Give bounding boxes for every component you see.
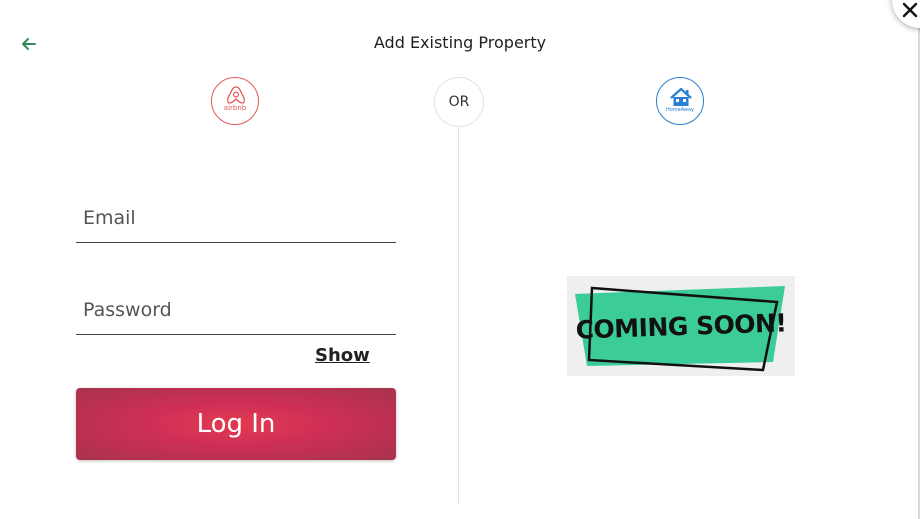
vertical-divider	[458, 127, 459, 505]
login-button[interactable]: Log In	[76, 388, 396, 460]
coming-soon-banner: COMING SOON!	[567, 276, 795, 376]
email-field[interactable]	[76, 193, 396, 243]
homeaway-house-icon	[670, 87, 692, 106]
password-input[interactable]	[76, 285, 396, 334]
close-button[interactable]	[892, 0, 920, 28]
email-input[interactable]	[76, 193, 396, 242]
show-password-toggle[interactable]: Show	[315, 345, 370, 366]
or-separator: OR	[434, 77, 484, 127]
airbnb-logo-button[interactable]: airbnb	[211, 77, 259, 125]
page-title: Add Existing Property	[373, 33, 547, 52]
homeaway-logo-button[interactable]: HomeAway	[656, 77, 704, 125]
airbnb-logo-text: airbnb	[223, 104, 247, 112]
password-field[interactable]	[76, 285, 396, 335]
close-icon	[902, 2, 918, 18]
homeaway-logo-text: HomeAway	[665, 107, 695, 113]
airbnb-icon	[226, 86, 246, 104]
